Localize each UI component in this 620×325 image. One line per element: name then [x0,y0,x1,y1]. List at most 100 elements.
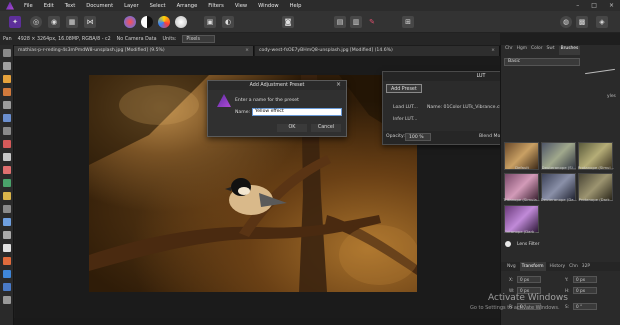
white-balance-icon[interactable] [175,16,187,28]
mask-icon[interactable]: ▥ [350,16,362,28]
paint-brush-icon[interactable] [3,88,11,96]
selection-mode-icon[interactable]: ◙ [282,16,294,28]
share-icon[interactable]: ⋈ [84,16,96,28]
opacity-label: Opacity: [386,134,405,139]
maximize-button[interactable]: □ [591,2,597,9]
tab-history[interactable]: History [550,262,566,271]
mesh-warp-icon[interactable] [3,205,11,213]
thumb-label: Protanope (Simul... [577,165,615,170]
tone-mapping-persona-icon[interactable]: ▦ [66,16,78,28]
brush-icon[interactable]: ✎ [366,16,378,28]
dodge-tool-icon[interactable] [3,166,11,174]
minimize-button[interactable]: – [576,2,579,9]
tab-swatches[interactable]: Swt [547,46,555,55]
close-window-button[interactable]: × [609,2,614,9]
opacity-select[interactable]: 100 % [405,133,431,141]
lens-filter-label[interactable]: Lens Filter [517,242,539,247]
clone-tool-icon[interactable] [3,179,11,187]
brush-stroke-preview [585,68,615,75]
x-field[interactable]: 0 px [517,276,541,283]
auto-contrast-icon[interactable]: ◐ [222,16,234,28]
photo-persona-icon[interactable]: ✦ [9,16,21,28]
color-picker-icon[interactable] [3,75,11,83]
h-field[interactable]: 0 px [573,287,597,294]
pen-tool-icon[interactable] [3,218,11,226]
menu-help[interactable]: Help [290,3,302,9]
text-tool-icon[interactable] [3,231,11,239]
panel-tabs-bottom: Nvg Transform History Chn 32P [501,262,620,271]
tab-32p[interactable]: 32P [582,262,590,271]
studio-icon[interactable]: ▩ [576,16,588,28]
tab-transform[interactable]: Transform [519,262,546,271]
close-icon[interactable]: × [336,81,341,88]
tab-histogram[interactable]: Hgm [517,46,527,55]
camera-info: No Camera Data [116,36,157,42]
color-wheel-icon[interactable] [124,16,136,28]
tab-document-1[interactable]: mathias-p-r-reding-4s3mPmdW8-unsplash.jp… [14,46,254,56]
healing-tool-icon[interactable] [3,192,11,200]
flood-fill-icon[interactable] [3,140,11,148]
image-info: 4928 × 3264px, 16.08MP, RGBA/8 - c2 [17,36,111,42]
menu-view[interactable]: View [235,3,247,9]
menu-window[interactable]: Window [258,3,278,9]
menu-file[interactable]: File [24,3,33,9]
develop-persona-icon[interactable]: ◉ [48,16,60,28]
tab-document-2[interactable]: cody-west-fsOE7yBHmQ8-unsplash.jpg [Modi… [255,46,500,56]
snapping-icon[interactable]: ⊞ [402,16,414,28]
menu-select[interactable]: Select [150,3,166,9]
styles-tab-label[interactable]: yles [607,94,616,99]
hsl-icon[interactable] [158,16,170,28]
add-preset-button[interactable]: Add Preset [386,84,422,93]
tab-character[interactable]: Chr [505,46,513,55]
move-tool-icon[interactable] [3,62,11,70]
units-select[interactable]: Pixels [182,35,216,43]
y-label: Y: [565,277,569,282]
secondary-color-icon[interactable] [3,296,11,304]
selection-brush-icon[interactable] [3,114,11,122]
name-label: Name: [235,110,251,115]
contrast-icon[interactable] [141,16,153,28]
primary-color-icon[interactable] [3,283,11,291]
load-lut-button[interactable]: Load LUT... [393,105,418,110]
tab-brushes[interactable]: Brushes [558,46,581,55]
tab-navigator[interactable]: Nvg [507,262,516,271]
tab-channels[interactable]: Chn [569,262,578,271]
menu-arrange[interactable]: Arrange [177,3,198,9]
s-label: S: [565,304,570,309]
erase-brush-icon[interactable] [3,153,11,161]
tab-color[interactable]: Color [531,46,542,55]
close-icon[interactable]: × [491,46,495,56]
preset-name-input[interactable]: Yellow effect [252,108,342,116]
crop-tool-icon[interactable] [3,101,11,109]
liquify-persona-icon[interactable]: ◎ [30,16,42,28]
shape-tool-icon[interactable] [3,270,11,278]
thumb-label: Tritanope (Simula... [503,197,541,202]
zoom-tool-icon[interactable] [3,244,11,252]
menu-text[interactable]: Text [65,3,76,9]
assistant-icon[interactable]: ◍ [560,16,572,28]
blur-brush-icon[interactable] [3,257,11,265]
right-panel: Chr Hgm Color Swt Brushes Basic yles Def… [500,45,620,325]
menu-document[interactable]: Document [86,3,113,9]
x-label: X: [509,277,514,282]
dialog-prompt: Enter a name for the preset [235,98,299,103]
menu-edit[interactable]: Edit [44,3,54,9]
affinity-photo-logo-icon [6,1,14,10]
menu-layer[interactable]: Layer [124,3,138,9]
units-label: Units: [162,36,177,42]
auto-levels-icon[interactable]: ▣ [204,16,216,28]
lut-name: Name: 01Color LUTs_Vibrance.cube [427,105,509,110]
y-field[interactable]: 0 px [573,276,597,283]
brush-category-select[interactable]: Basic [504,58,580,66]
ok-button[interactable]: OK [277,124,307,132]
close-icon[interactable]: × [245,46,249,56]
menu-filters[interactable]: Filters [208,3,224,9]
tab-label: mathias-p-r-reding-4s3mPmdW8-unsplash.jp… [18,48,165,53]
infer-lut-button[interactable]: Infer LUT... [393,117,417,122]
quick-mask-icon[interactable]: ▤ [334,16,346,28]
cancel-button[interactable]: Cancel [311,124,341,132]
view-tool-icon[interactable] [3,49,11,57]
account-icon[interactable]: ◈ [596,16,608,28]
marquee-tool-icon[interactable] [3,127,11,135]
shear-field[interactable]: 0 ° [573,303,597,310]
